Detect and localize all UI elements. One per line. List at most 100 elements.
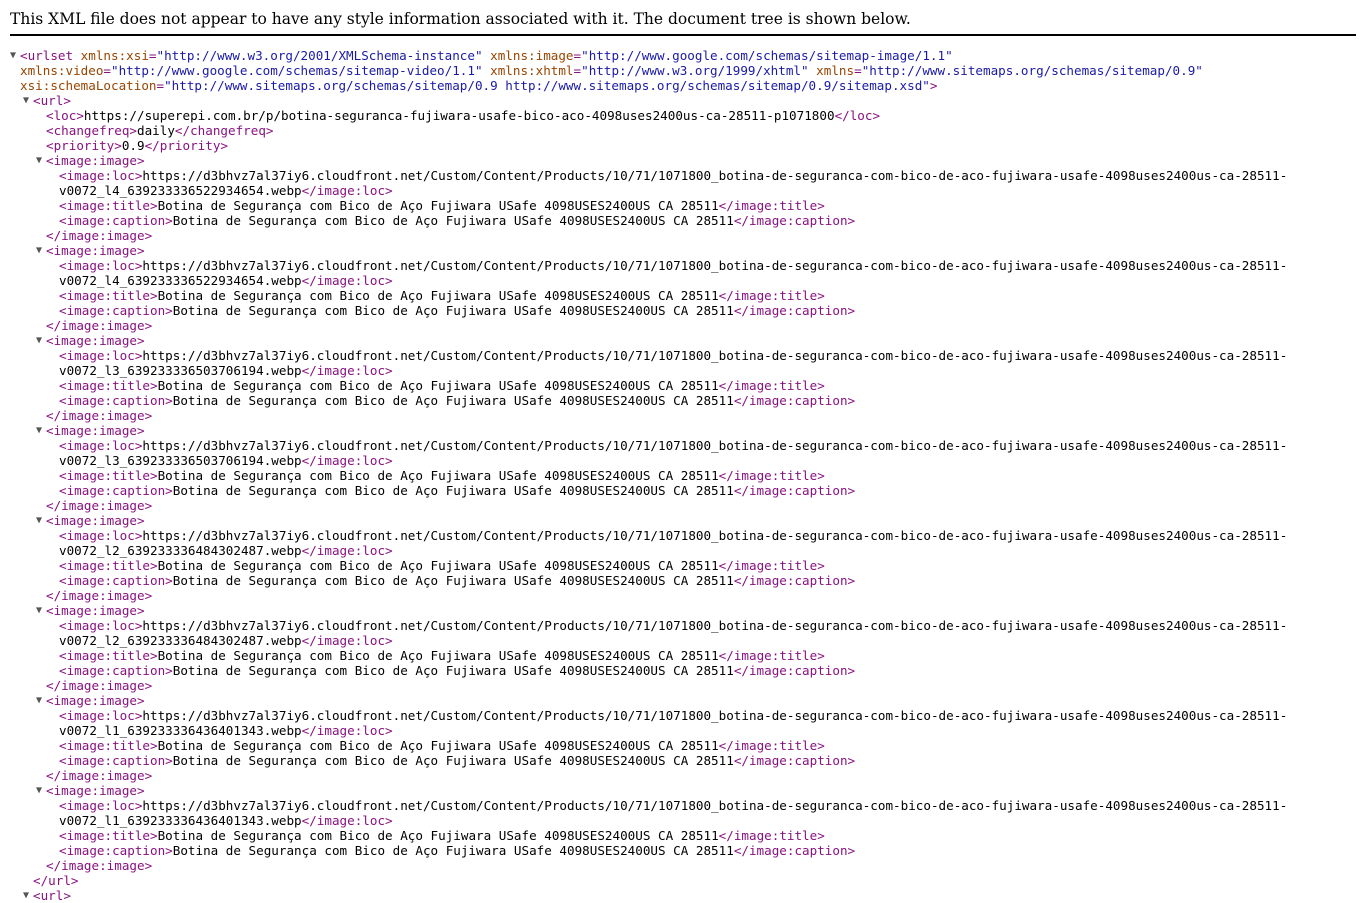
image-title-close-tag: </image:title> xyxy=(718,648,825,663)
image-title-close-tag: </image:title> xyxy=(718,738,825,753)
disclosure-triangle-down-icon[interactable]: ▼ xyxy=(36,423,46,438)
image-image-close-line: </image:image> xyxy=(10,498,1356,513)
image-title-value: Botina de Segurança com Bico de Aço Fuji… xyxy=(157,558,719,573)
image-title-line: <image:title>Botina de Segurança com Bic… xyxy=(10,468,1356,483)
image-title-value: Botina de Segurança com Bico de Aço Fuji… xyxy=(157,288,719,303)
image-loc-value-cont: v0072_l3_639233336503706194.webp xyxy=(59,453,302,468)
image-image-close-tag: </image:image> xyxy=(46,498,153,513)
image-title-close-tag: </image:title> xyxy=(718,198,825,213)
urlset-open-line: ▼ <urlset xmlns:xsi="http://www.w3.org/20… xyxy=(10,48,1356,63)
disclosure-triangle-down-icon[interactable]: ▼ xyxy=(36,513,46,528)
disclosure-triangle-down-icon[interactable]: ▼ xyxy=(23,888,33,903)
image-image-open-line: ▼ <image:image> xyxy=(10,783,1356,798)
image-image-open-tag: <image:image> xyxy=(46,513,145,528)
image-title-value: Botina de Segurança com Bico de Aço Fuji… xyxy=(157,738,719,753)
disclosure-triangle-down-icon[interactable]: ▼ xyxy=(36,783,46,798)
disclosure-triangle-down-icon[interactable]: ▼ xyxy=(36,333,46,348)
image-caption-line: <image:caption>Botina de Segurança com B… xyxy=(10,393,1356,408)
image-loc-wrap-line: v0072_l2_639233336484302487.webp</image:… xyxy=(10,543,1356,558)
image-image-open-tag: <image:image> xyxy=(46,783,145,798)
image-loc-close-tag: </image:loc> xyxy=(301,813,393,828)
image-image-open-tag: <image:image> xyxy=(46,153,145,168)
priority-line: <priority>0.9</priority> xyxy=(10,138,1356,153)
image-title-close-tag: </image:title> xyxy=(718,828,825,843)
image-image-open-tag: <image:image> xyxy=(46,333,145,348)
url-close-line: </url> xyxy=(10,873,1356,888)
image-title-line: <image:title>Botina de Segurança com Bic… xyxy=(10,648,1356,663)
changefreq-value: daily xyxy=(137,123,175,138)
image-entries: ▼ <image:image> <image:loc>https://d3bhvz… xyxy=(10,153,1356,873)
image-caption-line: <image:caption>Botina de Segurança com B… xyxy=(10,663,1356,678)
image-loc-wrap-line: v0072_l1_639233336436401343.webp</image:… xyxy=(10,813,1356,828)
loc-line: <loc>https://superepi.com.br/p/botina-se… xyxy=(10,108,1356,123)
image-caption-line: <image:caption>Botina de Segurança com B… xyxy=(10,753,1356,768)
image-image-close-tag: </image:image> xyxy=(46,768,153,783)
image-loc-close-tag: </image:loc> xyxy=(301,363,393,378)
image-loc-line: <image:loc>https://d3bhvz7al37iy6.cloudf… xyxy=(10,258,1356,273)
image-title-open-tag: <image:title> xyxy=(59,648,158,663)
image-caption-open-tag: <image:caption> xyxy=(59,213,173,228)
attr-name: xmlns:xhtml xyxy=(482,63,574,78)
image-image-open-line: ▼ <image:image> xyxy=(10,693,1356,708)
image-image-close-tag: </image:image> xyxy=(46,858,153,873)
image-image-open-tag: <image:image> xyxy=(46,603,145,618)
image-loc-value-cont: v0072_l2_639233336484302487.webp xyxy=(59,633,302,648)
image-image-close-tag: </image:image> xyxy=(46,318,153,333)
image-title-open-tag: <image:title> xyxy=(59,288,158,303)
image-caption-open-tag: <image:caption> xyxy=(59,663,173,678)
image-caption-open-tag: <image:caption> xyxy=(59,483,173,498)
disclosure-triangle-down-icon[interactable]: ▼ xyxy=(36,603,46,618)
image-title-value: Botina de Segurança com Bico de Aço Fuji… xyxy=(157,198,719,213)
priority-open-tag: <priority> xyxy=(46,138,122,153)
image-image-open-tag: <image:image> xyxy=(46,693,145,708)
image-title-line: <image:title>Botina de Segurança com Bic… xyxy=(10,378,1356,393)
attr-value: "http://www.google.com/schemas/sitemap-v… xyxy=(111,63,483,78)
image-loc-value-cont: v0072_l4_639233336522934654.webp xyxy=(59,183,302,198)
image-caption-close-tag: </image:caption> xyxy=(733,573,856,588)
image-loc-close-tag: </image:loc> xyxy=(301,183,393,198)
loc-open-tag: <loc> xyxy=(46,108,84,123)
image-loc-line: <image:loc>https://d3bhvz7al37iy6.cloudf… xyxy=(10,438,1356,453)
attr-eq: = xyxy=(103,63,111,78)
image-title-open-tag: <image:title> xyxy=(59,198,158,213)
image-caption-open-tag: <image:caption> xyxy=(59,843,173,858)
image-image-block: ▼ <image:image> <image:loc>https://d3bhvz… xyxy=(10,693,1356,783)
image-caption-close-tag: </image:caption> xyxy=(733,303,856,318)
image-loc-wrap-line: v0072_l2_639233336484302487.webp</image:… xyxy=(10,633,1356,648)
disclosure-triangle-down-icon[interactable]: ▼ xyxy=(10,48,20,63)
image-loc-value-cont: v0072_l4_639233336522934654.webp xyxy=(59,273,302,288)
image-image-close-line: </image:image> xyxy=(10,318,1356,333)
image-caption-value: Botina de Segurança com Bico de Aço Fuji… xyxy=(172,303,734,318)
image-caption-value: Botina de Segurança com Bico de Aço Fuji… xyxy=(172,393,734,408)
attr-eq: = xyxy=(854,63,862,78)
image-caption-close-tag: </image:caption> xyxy=(733,393,856,408)
image-caption-line: <image:caption>Botina de Segurança com B… xyxy=(10,213,1356,228)
image-caption-value: Botina de Segurança com Bico de Aço Fuji… xyxy=(172,753,734,768)
image-loc-line: <image:loc>https://d3bhvz7al37iy6.cloudf… xyxy=(10,708,1356,723)
image-image-open-line: ▼ <image:image> xyxy=(10,423,1356,438)
changefreq-line: <changefreq>daily</changefreq> xyxy=(10,123,1356,138)
disclosure-triangle-down-icon[interactable]: ▼ xyxy=(36,693,46,708)
image-loc-line: <image:loc>https://d3bhvz7al37iy6.cloudf… xyxy=(10,168,1356,183)
url-close-tag: </url> xyxy=(33,873,79,888)
image-loc-open-tag: <image:loc> xyxy=(59,618,143,633)
image-loc-value: https://d3bhvz7al37iy6.cloudfront.net/Cu… xyxy=(142,528,1288,543)
image-caption-value: Botina de Segurança com Bico de Aço Fuji… xyxy=(172,843,734,858)
image-title-line: <image:title>Botina de Segurança com Bic… xyxy=(10,738,1356,753)
image-caption-line: <image:caption>Botina de Segurança com B… xyxy=(10,483,1356,498)
image-loc-line: <image:loc>https://d3bhvz7al37iy6.cloudf… xyxy=(10,798,1356,813)
url-open-tag: <url> xyxy=(33,888,71,903)
image-image-open-line: ▼ <image:image> xyxy=(10,603,1356,618)
image-caption-value: Botina de Segurança com Bico de Aço Fuji… xyxy=(172,213,734,228)
image-image-close-tag: </image:image> xyxy=(46,408,153,423)
url-open-line: ▼ <url> xyxy=(10,93,1356,108)
image-loc-close-tag: </image:loc> xyxy=(301,273,393,288)
disclosure-triangle-down-icon[interactable]: ▼ xyxy=(36,243,46,258)
image-loc-value: https://d3bhvz7al37iy6.cloudfront.net/Cu… xyxy=(142,708,1288,723)
disclosure-triangle-down-icon[interactable]: ▼ xyxy=(36,153,46,168)
image-loc-line: <image:loc>https://d3bhvz7al37iy6.cloudf… xyxy=(10,348,1356,363)
image-image-close-line: </image:image> xyxy=(10,858,1356,873)
image-title-value: Botina de Segurança com Bico de Aço Fuji… xyxy=(157,828,719,843)
image-image-close-tag: </image:image> xyxy=(46,678,153,693)
disclosure-triangle-down-icon[interactable]: ▼ xyxy=(23,93,33,108)
